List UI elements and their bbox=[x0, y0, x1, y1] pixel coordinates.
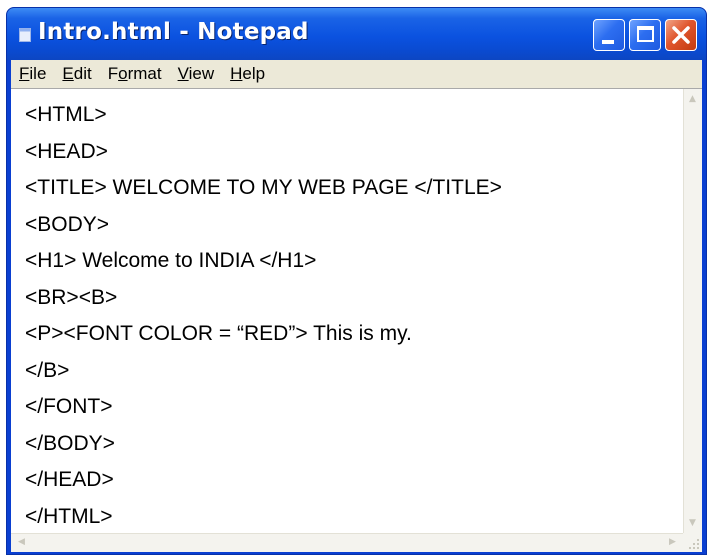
resize-grip-icon[interactable] bbox=[683, 533, 702, 552]
code-line: </BODY> bbox=[25, 431, 115, 455]
notepad-app-icon[interactable] bbox=[19, 28, 31, 42]
scroll-left-arrow-icon[interactable]: ◀ bbox=[13, 534, 30, 551]
editor-pane: <HTML> <HEAD> <TITLE> WELCOME TO MY WEB … bbox=[11, 88, 702, 552]
code-line: <TITLE> WELCOME TO MY WEB PAGE </TITLE> bbox=[25, 176, 502, 199]
code-line: <BR><B> bbox=[25, 285, 118, 309]
menu-bar: File Edit Format View Help bbox=[11, 60, 702, 88]
code-line: <BODY> bbox=[25, 212, 110, 236]
scroll-up-arrow-icon[interactable]: ▲ bbox=[684, 91, 701, 108]
code-line: </HTML> bbox=[25, 504, 113, 528]
close-icon bbox=[672, 26, 690, 44]
menu-file[interactable]: File bbox=[19, 64, 46, 84]
scroll-down-arrow-icon[interactable]: ▼ bbox=[684, 515, 701, 532]
code-line: <H1> Welcome to INDIA </H1> bbox=[25, 249, 317, 272]
maximize-button[interactable] bbox=[629, 19, 661, 51]
menu-edit[interactable]: Edit bbox=[62, 64, 91, 84]
minimize-icon bbox=[602, 40, 614, 44]
text-editing-area[interactable]: <HTML> <HEAD> <TITLE> WELCOME TO MY WEB … bbox=[11, 89, 683, 534]
menu-help[interactable]: Help bbox=[230, 64, 265, 84]
maximize-icon bbox=[637, 26, 654, 42]
scroll-right-arrow-icon[interactable]: ▶ bbox=[664, 534, 681, 551]
code-line: <P><FONT COLOR = “RED”> This is my. bbox=[25, 322, 412, 345]
window-title: Intro.html - Notepad bbox=[38, 19, 309, 45]
code-line: <HEAD> bbox=[25, 139, 108, 163]
title-bar[interactable]: Intro.html - Notepad bbox=[7, 8, 706, 60]
notepad-window: Intro.html - Notepad File Edit Format Vi… bbox=[6, 7, 707, 555]
code-line: <HTML> bbox=[25, 103, 107, 126]
code-line: </HEAD> bbox=[25, 468, 114, 491]
horizontal-scrollbar[interactable]: ◀ ▶ bbox=[11, 533, 683, 552]
minimize-button[interactable] bbox=[593, 19, 625, 51]
menu-view[interactable]: View bbox=[178, 64, 215, 84]
close-button[interactable] bbox=[665, 19, 697, 51]
code-line: </B> bbox=[25, 358, 70, 382]
code-line: </FONT> bbox=[25, 395, 113, 418]
menu-format[interactable]: Format bbox=[108, 64, 162, 84]
vertical-scrollbar[interactable]: ▲ ▼ bbox=[683, 89, 702, 534]
